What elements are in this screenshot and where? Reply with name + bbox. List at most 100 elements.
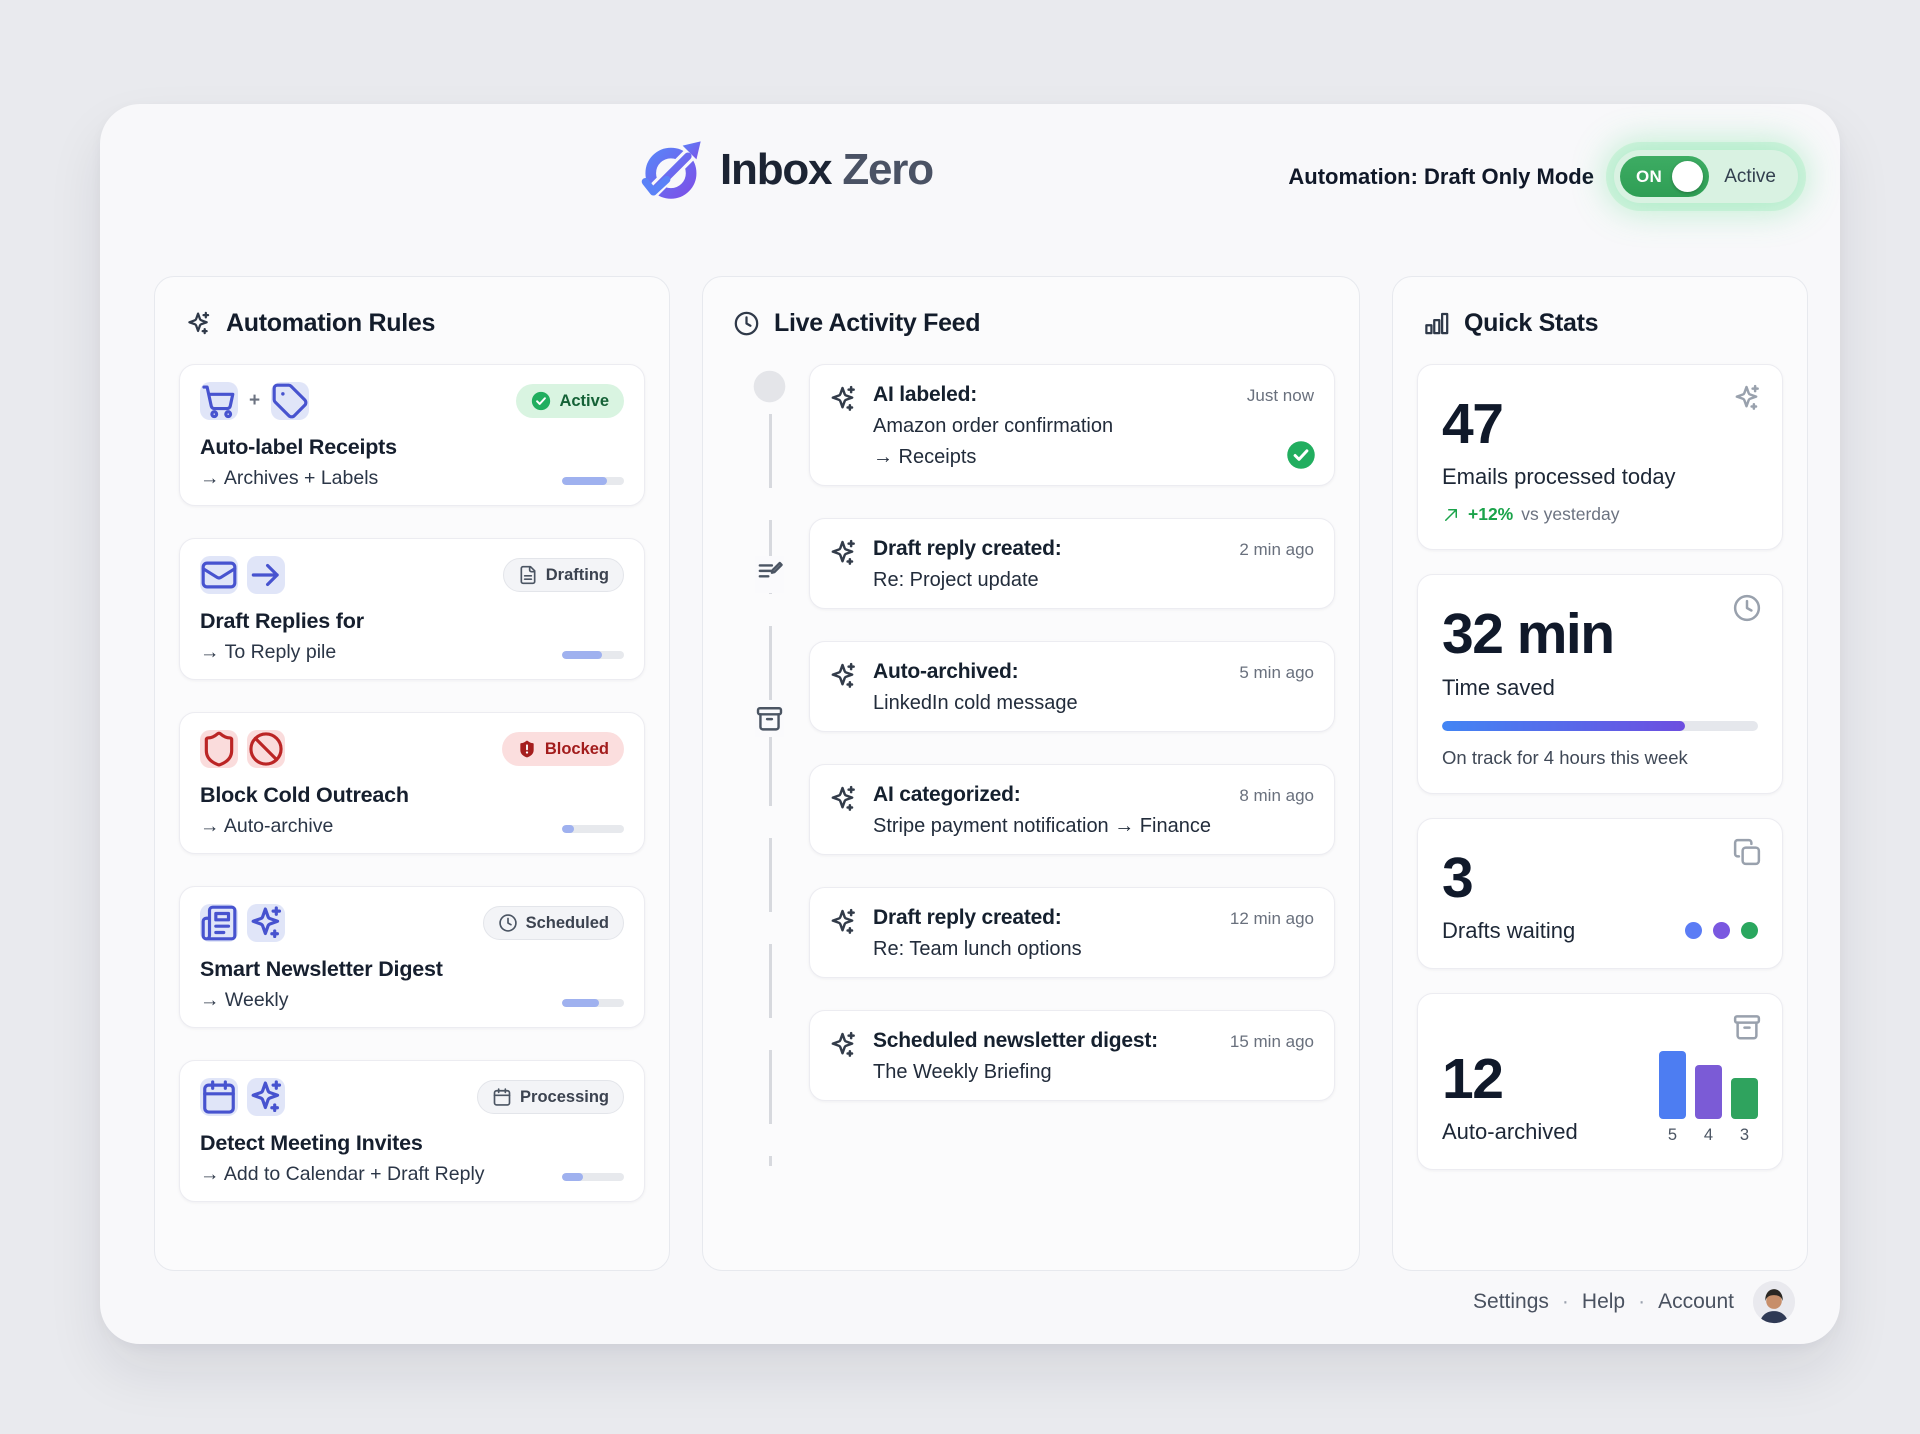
bar-label: 3 xyxy=(1740,1126,1749,1145)
rule-title: Detect Meeting Invites xyxy=(200,1131,624,1156)
timeline-dot-icon xyxy=(753,370,786,403)
clock-icon xyxy=(733,310,760,337)
sparkles-icon xyxy=(828,538,858,568)
avatar[interactable] xyxy=(1752,1280,1796,1324)
feed-item-line: LinkedIn cold message xyxy=(873,692,1314,715)
help-link[interactable]: Help xyxy=(1582,1290,1625,1314)
inbox-zero-logo-icon xyxy=(638,136,706,204)
feed-item-timestamp: 8 min ago xyxy=(1227,786,1314,806)
feed-item-title: Auto-archived: xyxy=(873,660,1018,684)
trend-comparison: vs yesterday xyxy=(1521,504,1619,525)
tag-icon xyxy=(271,382,309,420)
sparkles-icon xyxy=(1732,383,1762,413)
footer-separator: · xyxy=(1638,1290,1645,1314)
automation-toggle[interactable]: ON Active xyxy=(1614,150,1798,203)
calendar-icon xyxy=(200,1078,238,1116)
app-logo: Inbox Zero xyxy=(638,136,933,204)
rule-progress-bar xyxy=(562,999,624,1007)
bar-column: 4 xyxy=(1695,1065,1722,1145)
rule-bottom-row: → To Reply pile xyxy=(200,641,624,664)
app-title: Inbox Zero xyxy=(720,145,933,195)
bar-purple xyxy=(1695,1065,1722,1119)
feed-item-content: AI categorized: 8 min ago Stripe payment… xyxy=(873,781,1314,838)
dashboard-panels: Automation Rules + Active Auto-label Rec… xyxy=(154,276,1808,1271)
rule-title: Auto-label Receipts xyxy=(200,435,624,460)
blue-dot xyxy=(1685,922,1702,939)
status-badge-label: Active xyxy=(559,392,609,411)
copy-icon xyxy=(1732,837,1762,867)
rule-card-newsletter-digest[interactable]: Scheduled Smart Newsletter Digest → Week… xyxy=(179,886,645,1028)
feed-item-auto-archived[interactable]: Auto-archived: 5 min ago LinkedIn cold m… xyxy=(809,641,1335,732)
rule-subtitle: → Weekly xyxy=(200,989,289,1012)
stat-label: Emails processed today xyxy=(1442,464,1758,490)
cart-icon xyxy=(200,382,238,420)
rule-card-draft-replies[interactable]: Drafting Draft Replies for → To Reply pi… xyxy=(179,538,645,680)
stat-label: Time saved xyxy=(1442,675,1758,701)
feed-item-ai-labeled[interactable]: AI labeled: Just now Amazon order confir… xyxy=(809,364,1335,486)
rule-title: Draft Replies for xyxy=(200,609,624,634)
feed-item-timestamp: 2 min ago xyxy=(1227,540,1314,560)
bar-column: 5 xyxy=(1659,1051,1686,1145)
stat-card-time-saved: 32 min Time saved On track for 4 hours t… xyxy=(1417,574,1783,793)
file-text-icon xyxy=(518,565,538,585)
rule-progress-bar xyxy=(562,1173,624,1181)
stat-value: 3 xyxy=(1442,849,1758,908)
feed-item-ai-categorized[interactable]: AI categorized: 8 min ago Stripe payment… xyxy=(809,764,1335,855)
rule-bottom-row: → Add to Calendar + Draft Reply xyxy=(200,1163,624,1186)
feed-item-title-row: Auto-archived: 5 min ago xyxy=(873,658,1314,684)
feed-item-line: → Receipts xyxy=(873,446,1314,469)
mail-icon xyxy=(200,556,238,594)
feed-item-draft-reply-project[interactable]: Draft reply created: 2 min ago Re: Proje… xyxy=(809,518,1335,609)
feed-item-line: Amazon order confirmation xyxy=(873,415,1314,438)
footer-nav: Settings · Help · Account xyxy=(1473,1280,1796,1324)
stat-value: 12 xyxy=(1442,1050,1578,1109)
rule-card-block-cold-outreach[interactable]: Blocked Block Cold Outreach → Auto-archi… xyxy=(179,712,645,854)
stats-panel-title: Quick Stats xyxy=(1464,309,1598,338)
status-badge-blocked: Blocked xyxy=(502,732,624,766)
rules-panel-header: Automation Rules xyxy=(185,309,645,338)
feed-item-timestamp: 15 min ago xyxy=(1218,1032,1314,1052)
toggle-on-pill[interactable]: ON xyxy=(1620,156,1709,197)
status-badge-active: Active xyxy=(516,384,624,418)
rule-bottom-row: → Weekly xyxy=(200,989,624,1012)
sparkles-icon xyxy=(828,384,858,414)
check-circle-icon xyxy=(531,391,551,411)
time-saved-progress-bar xyxy=(1442,721,1758,731)
rule-progress-fill xyxy=(562,825,574,833)
sparkles-icon xyxy=(828,784,858,814)
account-link[interactable]: Account xyxy=(1658,1290,1734,1314)
toggle-status-label: Active xyxy=(1724,166,1776,188)
archive-icon xyxy=(1732,1012,1762,1042)
rule-progress-fill xyxy=(562,651,602,659)
toggle-knob[interactable] xyxy=(1672,161,1703,192)
rule-icon-row: Scheduled xyxy=(200,904,624,942)
feed-item-title: AI categorized: xyxy=(873,783,1021,807)
settings-link[interactable]: Settings xyxy=(1473,1290,1549,1314)
feed-item-newsletter-digest[interactable]: Scheduled newsletter digest: 15 min ago … xyxy=(809,1010,1335,1101)
rule-progress-fill xyxy=(562,999,599,1007)
main-app-card: Inbox Zero Automation: Draft Only Mode O… xyxy=(100,104,1840,1344)
rule-subtitle: → Archives + Labels xyxy=(200,467,378,490)
calendar-icon xyxy=(492,1087,512,1107)
rule-card-meeting-invites[interactable]: Processing Detect Meeting Invites → Add … xyxy=(179,1060,645,1202)
rule-card-auto-label-receipts[interactable]: + Active Auto-label Receipts → Archives … xyxy=(179,364,645,506)
feed-panel-header: Live Activity Feed xyxy=(733,309,1335,338)
file-pen-icon xyxy=(755,556,784,593)
archived-card-body: 12 Auto-archived 5 4 xyxy=(1442,1042,1758,1145)
sparkles-icon xyxy=(828,1030,858,1060)
status-badge-label: Processing xyxy=(520,1088,609,1107)
status-badge-processing: Processing xyxy=(477,1080,624,1114)
time-saved-progress-fill xyxy=(1442,721,1685,731)
feed-item-draft-reply-lunch[interactable]: Draft reply created: 12 min ago Re: Team… xyxy=(809,887,1335,978)
stat-card-drafts-waiting: 3 Drafts waiting xyxy=(1417,818,1783,969)
stat-footnote: On track for 4 hours this week xyxy=(1442,747,1758,769)
feed-item-title: Draft reply created: xyxy=(873,537,1062,561)
clock-icon xyxy=(1732,593,1762,623)
feed-item-content: Draft reply created: 2 min ago Re: Proje… xyxy=(873,535,1314,592)
feed-item-timestamp: 5 min ago xyxy=(1227,663,1314,683)
bar-green xyxy=(1731,1078,1758,1119)
feed-timeline: AI labeled: Just now Amazon order confir… xyxy=(727,364,1335,1101)
stat-value: 47 xyxy=(1442,395,1758,454)
check-circle-icon xyxy=(1286,440,1316,470)
stat-label: Auto-archived xyxy=(1442,1119,1578,1145)
